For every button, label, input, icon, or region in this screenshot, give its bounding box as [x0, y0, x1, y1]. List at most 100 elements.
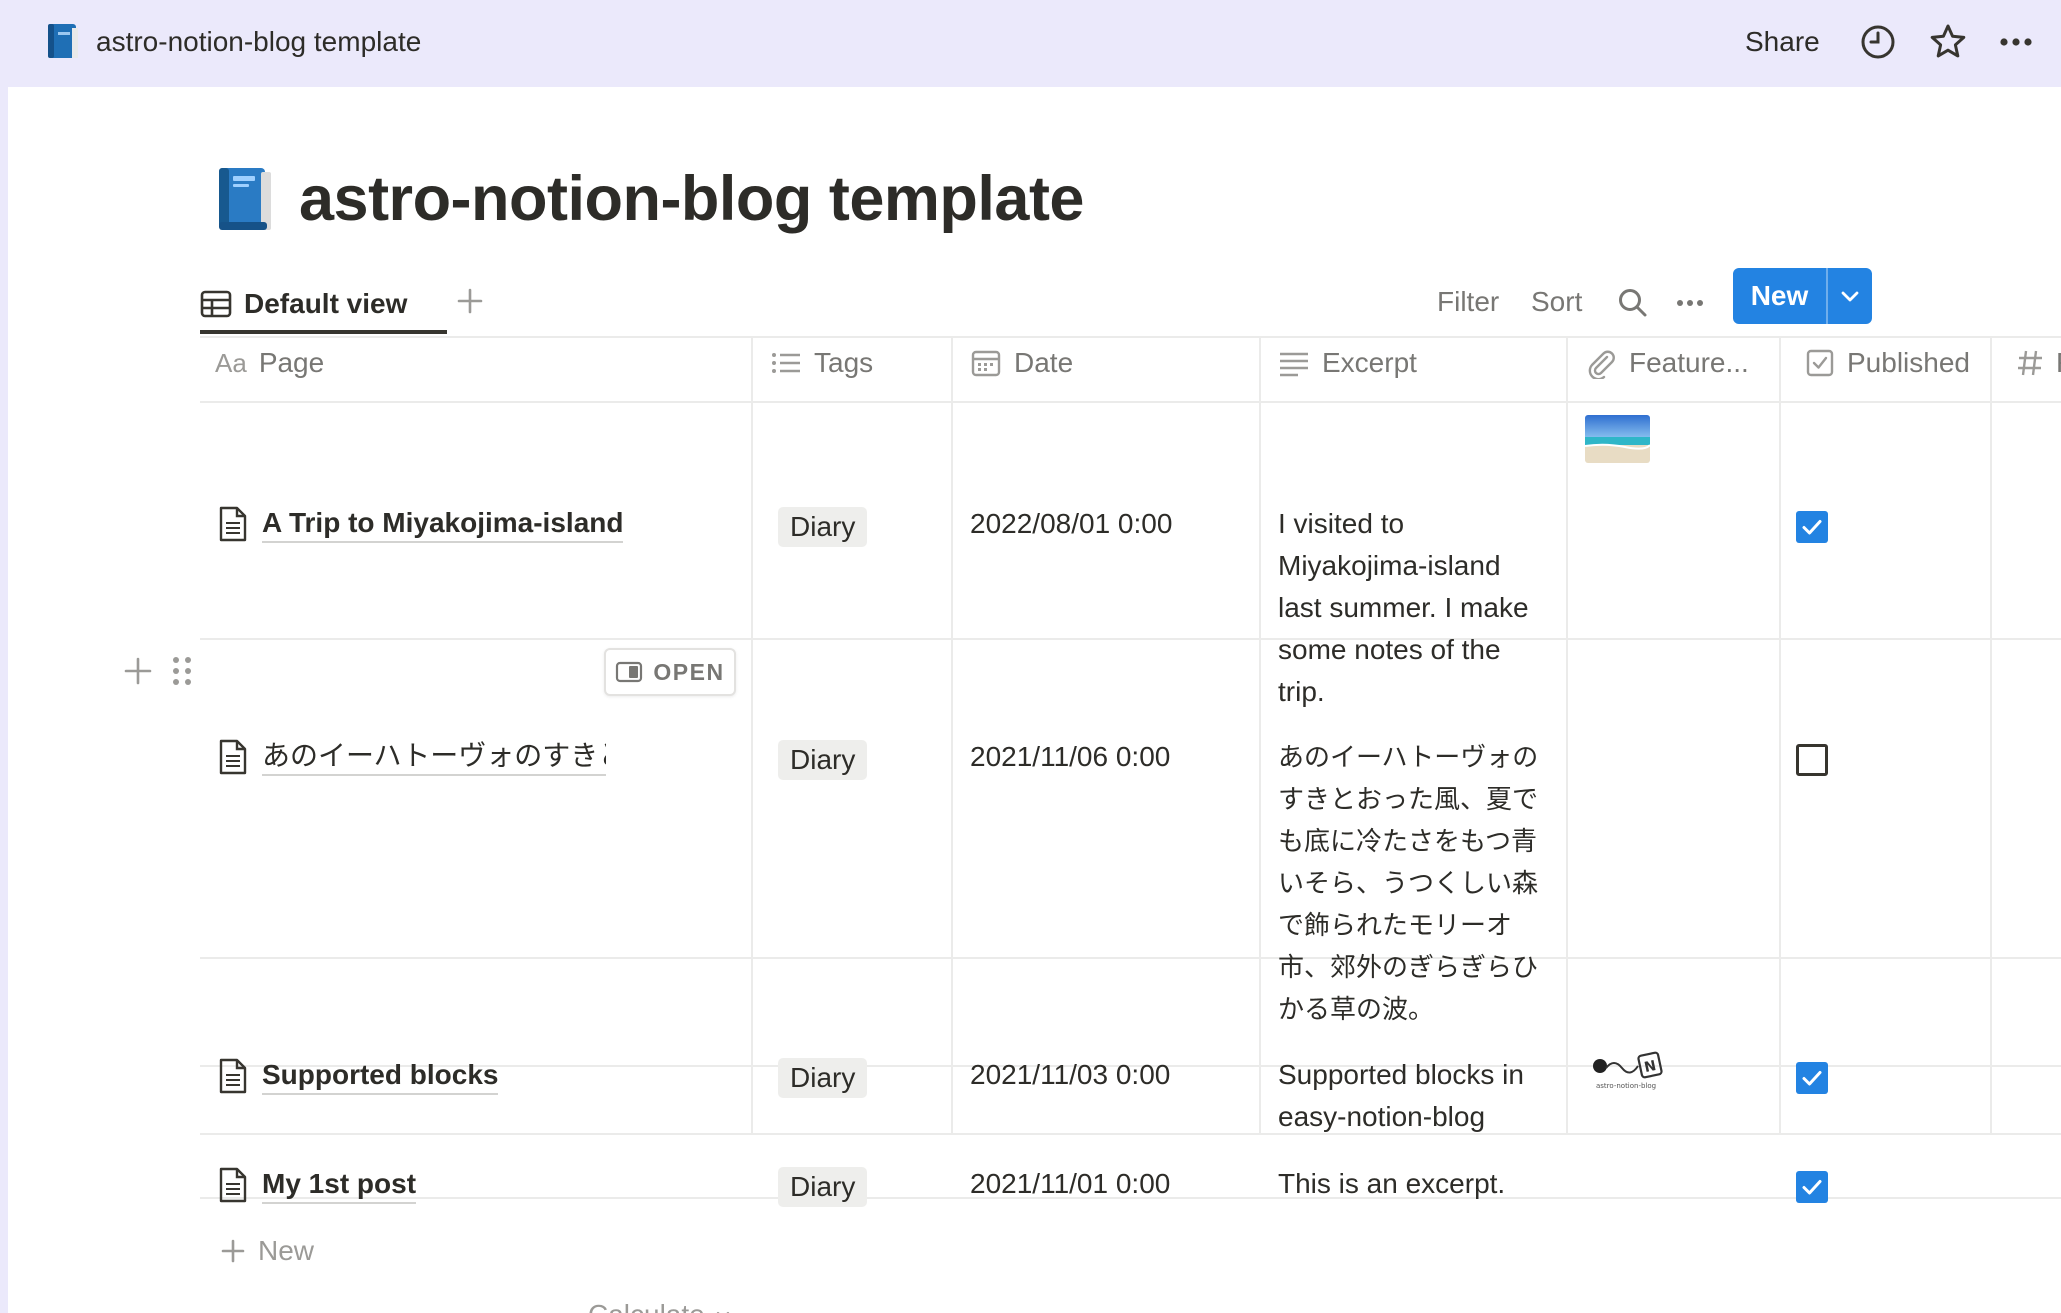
share-button[interactable]: Share — [1745, 22, 1820, 62]
row-title-link[interactable]: A Trip to Miyakojima-island — [218, 503, 624, 545]
add-new-row-button[interactable]: New — [218, 1229, 314, 1273]
excerpt-line: いそら、うつくしい森 — [1278, 868, 1539, 898]
column-header-published[interactable]: Published — [1805, 338, 1970, 388]
excerpt-line: trip. — [1278, 676, 1325, 707]
calculate-label: Calculate — [588, 1299, 705, 1313]
tag-badge[interactable]: Diary — [778, 1058, 868, 1098]
column-header-tags[interactable]: Tags — [770, 338, 873, 388]
open-label: OPEN — [653, 658, 725, 685]
chevron-down-icon[interactable] — [1828, 268, 1872, 324]
beach-thumbnail[interactable] — [1585, 415, 1650, 463]
drag-handle-icon[interactable] — [164, 650, 200, 692]
document-icon — [219, 506, 247, 542]
tag-badge[interactable]: Diary — [778, 740, 868, 780]
excerpt-line: 市、郊外のぎらぎらひ — [1278, 952, 1539, 982]
check-icon — [1802, 1180, 1822, 1195]
column-label: Tags — [814, 347, 874, 378]
excerpt-line: すきとおった風、夏で — [1278, 784, 1539, 814]
published-checkbox[interactable] — [1796, 511, 1828, 543]
excerpt-line: かる草の波。 — [1278, 994, 1435, 1024]
published-checkbox[interactable] — [1796, 1171, 1828, 1203]
page-link[interactable]: あのイーハトーヴォのすきと — [262, 738, 606, 776]
paperclip-icon — [1588, 350, 1615, 379]
chevron-down-icon — [716, 1311, 729, 1313]
new-record-button[interactable]: New — [1733, 268, 1872, 324]
text-type-icon: Aa — [215, 347, 247, 378]
excerpt-cell[interactable]: あのイーハトーヴォの すきとおった風、夏で も底に冷たさをもつ青 いそら、うつく… — [1278, 736, 1568, 1030]
check-icon — [1802, 520, 1822, 535]
column-header-excerpt[interactable]: Excerpt — [1278, 338, 1417, 388]
header-bottom-border — [200, 401, 2061, 403]
column-divider — [1990, 338, 1992, 1133]
row-divider — [200, 1133, 2061, 1135]
open-page-button[interactable]: OPEN — [604, 648, 736, 696]
excerpt-cell[interactable]: This is an excerpt. — [1278, 1163, 1558, 1205]
top-bar: astro-notion-blog template Share — [0, 0, 2061, 87]
excerpt-line: last summer. I make — [1278, 592, 1529, 623]
add-view-plus-icon[interactable] — [448, 279, 492, 323]
date-cell[interactable]: 2022/08/01 0:00 — [970, 503, 1172, 545]
page-link[interactable]: Supported blocks — [262, 1057, 499, 1095]
header-top-border — [200, 336, 2061, 338]
excerpt-line: easy-notion-blog — [1278, 1101, 1486, 1132]
calendar-icon — [971, 350, 1001, 377]
filter-button[interactable]: Filter — [1437, 279, 1499, 325]
clock-icon[interactable] — [1856, 20, 1900, 64]
date-cell[interactable]: 2021/11/01 0:00 — [970, 1163, 1170, 1205]
date-cell[interactable]: 2021/11/06 0:00 — [970, 736, 1170, 778]
column-label: R — [2056, 347, 2061, 379]
excerpt-line: some notes of the — [1278, 634, 1501, 665]
excerpt-line: I visited to — [1278, 508, 1405, 539]
more-icon[interactable] — [1994, 20, 2038, 64]
tag-badge[interactable]: Diary — [778, 1167, 868, 1207]
tab-default-view[interactable]: Default view — [200, 279, 407, 329]
page-content: astro-notion-blog template Default view … — [8, 87, 2061, 1313]
text-lines-icon — [1280, 352, 1308, 377]
page-link[interactable]: A Trip to Miyakojima-island — [262, 505, 624, 543]
row-divider — [200, 638, 2061, 640]
plus-icon — [221, 1239, 245, 1263]
excerpt-line: も底に冷たさをもつ青 — [1278, 826, 1537, 856]
table-icon — [200, 290, 232, 318]
more-icon[interactable] — [1668, 281, 1712, 325]
add-row-plus-icon[interactable] — [120, 650, 156, 692]
active-tab-indicator — [200, 330, 447, 334]
excerpt-line: This is an excerpt. — [1278, 1168, 1506, 1199]
column-header-feature[interactable]: Feature... — [1585, 338, 1749, 388]
tag-badge[interactable]: Diary — [778, 507, 868, 547]
published-checkbox[interactable] — [1796, 744, 1828, 776]
row-title-link[interactable]: あのイーハトーヴォのすきと — [218, 736, 606, 778]
page-link[interactable]: My 1st post — [262, 1166, 417, 1204]
astro-notion-blog-logo-thumbnail[interactable]: N astro-notion-blog — [1588, 1050, 1668, 1094]
book-icon — [48, 24, 78, 58]
column-label: Feature... — [1629, 347, 1749, 378]
column-header-r[interactable]: R — [2016, 338, 2061, 388]
document-icon — [219, 739, 247, 775]
column-divider — [951, 338, 953, 1133]
document-icon — [219, 1167, 247, 1203]
document-icon — [219, 1058, 247, 1094]
star-icon[interactable] — [1926, 20, 1970, 64]
published-checkbox[interactable] — [1796, 1062, 1828, 1094]
row-divider — [200, 957, 2061, 959]
column-header-date[interactable]: Date — [970, 338, 1073, 388]
excerpt-cell[interactable]: I visited to Miyakojima-island last summ… — [1278, 503, 1558, 713]
column-divider — [1779, 338, 1781, 1133]
blue-book-icon — [219, 168, 271, 230]
sort-button[interactable]: Sort — [1531, 279, 1582, 325]
calculate-button[interactable]: Calculate — [588, 1293, 735, 1313]
check-icon — [1802, 1071, 1822, 1086]
row-title-link[interactable]: Supported blocks — [218, 1055, 499, 1097]
excerpt-cell[interactable]: Supported blocks in easy-notion-blog — [1278, 1054, 1558, 1138]
logo-caption: astro-notion-blog — [1596, 1082, 1656, 1090]
search-icon[interactable] — [1611, 281, 1655, 325]
new-button-label: New — [1750, 280, 1809, 311]
date-cell[interactable]: 2021/11/03 0:00 — [970, 1054, 1170, 1096]
svg-text:N: N — [1643, 1058, 1658, 1076]
excerpt-line: Supported blocks in — [1278, 1059, 1524, 1090]
checkbox-icon — [1806, 349, 1834, 377]
excerpt-line: Miyakojima-island — [1278, 550, 1501, 581]
list-icon — [772, 353, 800, 373]
row-title-link[interactable]: My 1st post — [218, 1164, 417, 1206]
column-header-page[interactable]: Aa Page — [215, 338, 324, 388]
